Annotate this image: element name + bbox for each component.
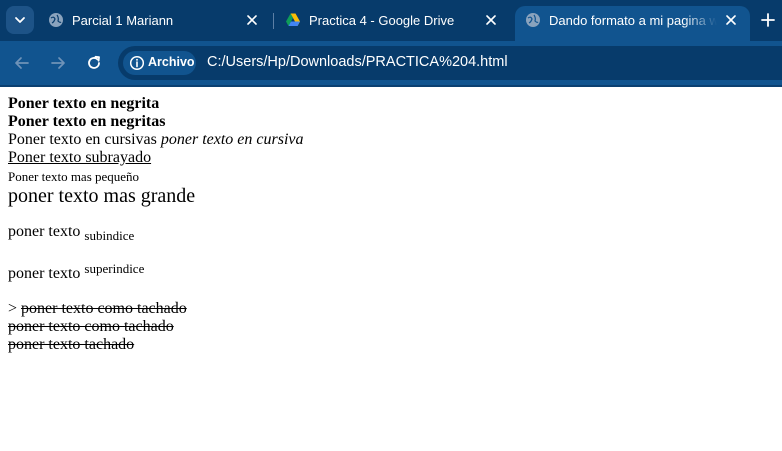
bold-text-2: Poner texto en negritas (8, 113, 166, 130)
tab-title: Dando formato a mi pagina web (549, 13, 717, 28)
stray-gt-text: > (8, 300, 18, 317)
superscript-text: superindice (84, 261, 145, 276)
italic-prefix: Poner texto en cursivas (8, 131, 157, 148)
chevron-down-icon (15, 17, 25, 23)
tab-google-drive[interactable]: Practica 4 - Google Drive (275, 6, 511, 41)
close-tab-button[interactable] (721, 10, 741, 30)
google-drive-icon (286, 13, 300, 26)
close-icon (726, 15, 736, 25)
tab-title: Practica 4 - Google Drive (309, 13, 455, 28)
close-icon (486, 15, 496, 25)
close-icon (247, 15, 257, 25)
plus-icon (761, 13, 775, 27)
tab-active-dando-formato[interactable]: Dando formato a mi pagina web (515, 6, 750, 41)
arrow-left-icon (15, 57, 29, 69)
strikethrough-text-3: poner texto tachado (8, 336, 135, 353)
page-content: Poner texto en negrita Poner texto en ne… (0, 87, 782, 451)
superscript-line: poner texto superindice (8, 261, 144, 283)
security-chip-label: Archivo (148, 55, 195, 69)
forward-button[interactable] (46, 51, 70, 75)
reload-button[interactable] (82, 51, 106, 75)
tab-strip: Parcial 1 Mariann Practica 4 - Google Dr… (0, 0, 782, 41)
italic-line: Poner texto en cursivas poner texto en c… (8, 131, 303, 149)
strikethrough-text-2: poner texto como tachado (8, 318, 174, 335)
url-text[interactable]: C:/Users/Hp/Downloads/PRACTICA%204.html (207, 54, 508, 70)
underlined-text: Poner texto subrayado (8, 149, 152, 166)
strike-line-1: > poner texto como tachado (8, 300, 187, 318)
security-chip[interactable]: Archivo (123, 51, 196, 75)
close-tab-button[interactable] (242, 10, 262, 30)
subscript-line: poner texto subindice (8, 223, 135, 243)
globe-icon (49, 13, 63, 27)
back-button[interactable] (10, 51, 34, 75)
tab-search-button[interactable] (6, 6, 34, 34)
tab-separator (273, 13, 274, 29)
big-text: poner texto mas grande (8, 185, 196, 207)
subscript-prefix: poner texto (8, 223, 81, 240)
tab-parcial[interactable]: Parcial 1 Mariann (38, 6, 270, 41)
browser-toolbar: Archivo C:/Users/Hp/Downloads/PRACTICA%2… (0, 41, 782, 87)
subscript-text: subindice (84, 228, 135, 243)
tab-title: Parcial 1 Mariann (72, 13, 174, 28)
info-icon (129, 55, 145, 71)
strikethrough-text: poner texto como tachado (21, 300, 187, 317)
arrow-right-icon (51, 57, 65, 69)
new-tab-button[interactable] (756, 8, 780, 32)
globe-icon (526, 13, 540, 27)
address-bar[interactable]: Archivo C:/Users/Hp/Downloads/PRACTICA%2… (118, 46, 782, 80)
superscript-prefix: poner texto (8, 265, 81, 282)
reload-icon (88, 55, 100, 69)
small-text: Poner texto mas pequeño (8, 169, 140, 184)
italic-text: poner texto en cursiva (160, 131, 304, 148)
close-tab-button[interactable] (481, 10, 501, 30)
bold-text: Poner texto en negrita (8, 95, 160, 112)
